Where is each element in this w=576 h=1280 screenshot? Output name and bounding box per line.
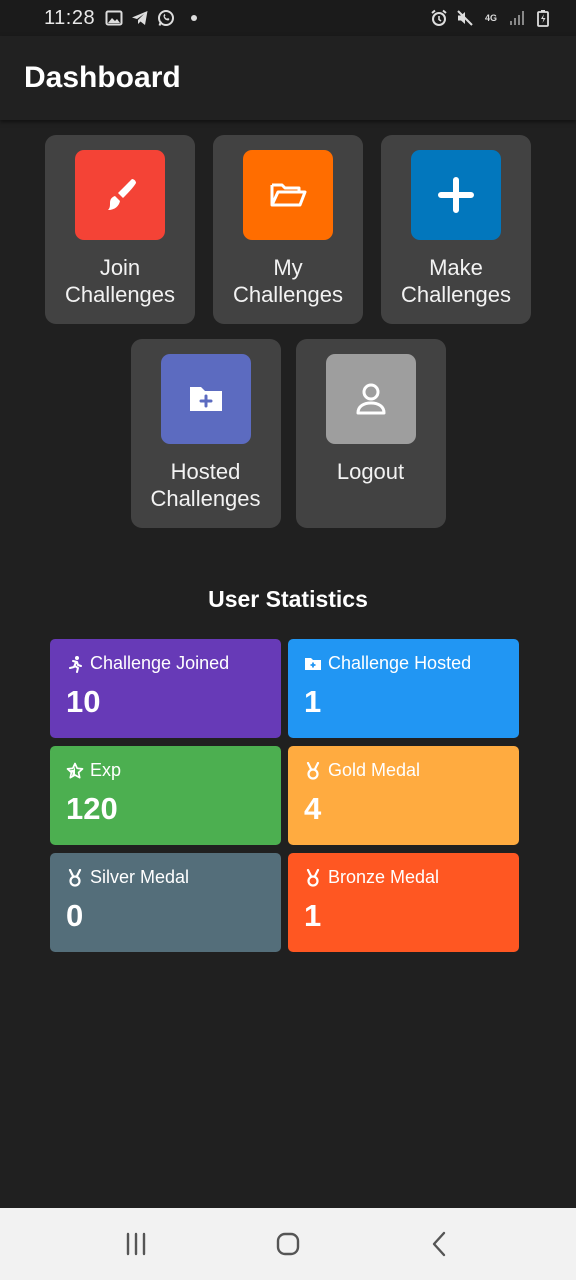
alarm-icon <box>430 9 448 27</box>
stat-label: Challenge Hosted <box>328 653 472 673</box>
join-challenges-icon-box <box>75 150 165 240</box>
app-bar: Dashboard <box>0 36 576 120</box>
folder-add-icon <box>189 387 222 411</box>
stats-title: User Statistics <box>208 586 368 612</box>
make-challenges-button[interactable]: Make Challenges <box>381 135 531 324</box>
stat-value: 120 <box>66 791 118 826</box>
stat-value: 0 <box>66 898 84 933</box>
network-4g-icon: 4G <box>484 12 497 23</box>
stat-label: Bronze Medal <box>328 867 440 887</box>
stat-label: Challenge Joined <box>90 653 230 673</box>
hosted-challenges-button[interactable]: Hosted Challenges <box>130 339 281 528</box>
stat-value: 4 <box>304 791 322 826</box>
menu-label: Join Challenges <box>64 255 176 307</box>
star-outline-icon <box>66 762 84 779</box>
plus-icon <box>438 177 474 213</box>
stats-grid: Challenge Joined 10 Challenge Hosted 1 E… <box>50 639 519 952</box>
stat-value: 1 <box>304 898 322 933</box>
my-challenges-icon-box <box>243 150 333 240</box>
whatsapp-icon <box>157 9 175 27</box>
my-challenges-button[interactable]: My Challenges <box>213 135 363 324</box>
more-notifications-dot <box>191 15 198 21</box>
brush-icon <box>108 179 136 210</box>
medal-icon <box>68 868 82 887</box>
folder-add-icon <box>305 657 321 670</box>
stat-card-exp: Exp 120 <box>50 746 281 845</box>
logout-icon-box <box>325 354 416 444</box>
home-icon <box>276 1232 300 1256</box>
stat-card-challenge-joined: Challenge Joined 10 <box>50 639 281 738</box>
logout-button[interactable]: Logout <box>295 339 446 528</box>
menu-label: Hosted Challenges <box>150 459 261 511</box>
stat-value: 1 <box>304 684 322 719</box>
stat-card-silver-medal: Silver Medal 0 <box>50 853 281 952</box>
recent-apps-icon <box>126 1232 146 1256</box>
image-icon <box>105 9 123 27</box>
stat-card-challenge-hosted: Challenge Hosted 1 <box>288 639 519 738</box>
stat-label: Gold Medal <box>328 760 421 780</box>
user-icon <box>356 383 385 415</box>
page-title: Dashboard <box>24 61 181 94</box>
menu-row: Join Challenges My Challenges Make Chall… <box>0 135 576 324</box>
mute-icon <box>456 9 474 27</box>
medal-icon <box>306 868 320 887</box>
status-time: 11:28 <box>44 6 96 29</box>
join-challenges-button[interactable]: Join Challenges <box>45 135 195 324</box>
running-icon <box>69 655 82 673</box>
stat-label: Exp <box>90 760 122 780</box>
recent-apps-button[interactable] <box>111 1219 161 1269</box>
folder-open-icon <box>270 183 307 207</box>
menu-row: Hosted Challenges Logout <box>0 339 576 528</box>
menu-label: Logout <box>336 459 405 484</box>
status-system-icons: 4G <box>430 9 552 27</box>
battery-charging-icon <box>534 9 552 27</box>
stat-card-bronze-medal: Bronze Medal 1 <box>288 853 519 952</box>
status-bar: 11:28 4G <box>0 0 576 36</box>
medal-icon <box>306 761 320 780</box>
stat-card-gold-medal: Gold Medal 4 <box>288 746 519 845</box>
menu-label: Make Challenges <box>400 255 512 307</box>
hosted-challenges-icon-box <box>160 354 251 444</box>
telegram-icon <box>131 9 149 27</box>
make-challenges-icon-box <box>411 150 501 240</box>
home-button[interactable] <box>263 1219 313 1269</box>
status-notification-icons <box>105 9 198 27</box>
back-icon <box>432 1231 446 1257</box>
back-button[interactable] <box>415 1219 465 1269</box>
stat-label: Silver Medal <box>90 867 190 887</box>
signal-icon <box>508 9 526 27</box>
menu-label: My Challenges <box>232 255 344 307</box>
stat-value: 10 <box>66 684 101 719</box>
system-nav-bar <box>0 1208 576 1280</box>
